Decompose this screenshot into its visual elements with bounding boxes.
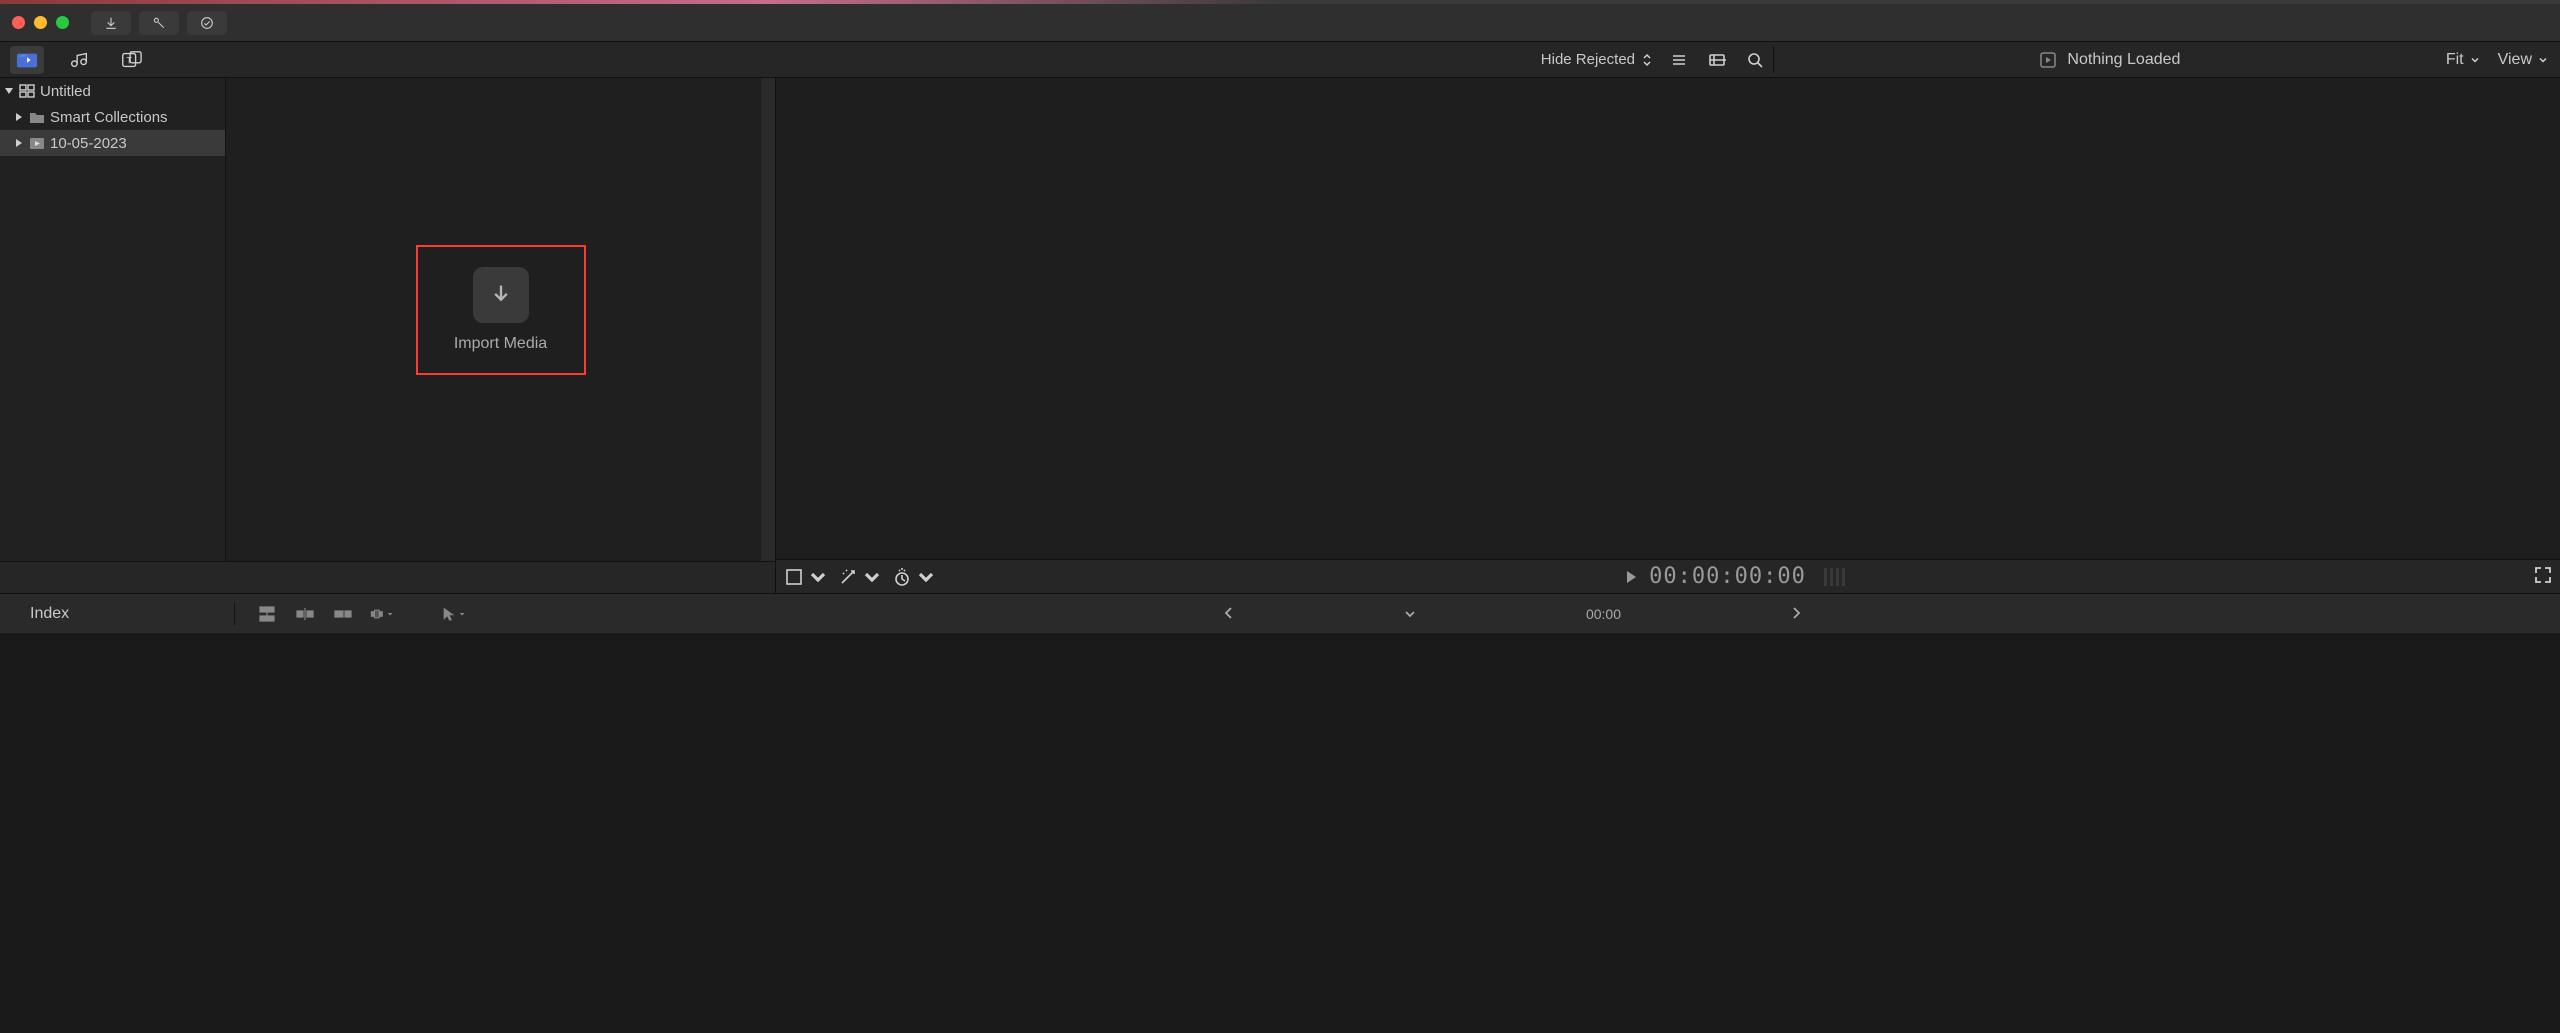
skimmer-bar — [0, 561, 775, 593]
photos-audio-tab[interactable] — [62, 46, 96, 74]
window-controls — [12, 16, 69, 29]
zoom-fit-label: Fit — [2446, 51, 2464, 69]
library-icon — [18, 83, 36, 99]
app-window: T Hide Rejected Nothing Loaded — [0, 0, 2560, 1033]
zoom-fit-dropdown[interactable]: Fit — [2446, 51, 2480, 69]
timeline-index-button[interactable]: Index — [30, 605, 69, 623]
import-media-icon — [473, 267, 529, 323]
enhance-tool-dropdown[interactable] — [838, 567, 882, 587]
connect-clip-button[interactable] — [255, 603, 279, 625]
viewer-title-label: Nothing Loaded — [2067, 51, 2180, 69]
import-media-label: Import Media — [454, 335, 547, 353]
viewer-column: 00:00:00:00 — [776, 78, 2560, 593]
browser-toolbar: T Hide Rejected Nothing Loaded — [0, 42, 2560, 78]
import-button[interactable] — [91, 11, 131, 35]
viewer-toolbar: Nothing Loaded Fit View — [1774, 42, 2560, 77]
media-browser[interactable]: Import Media — [226, 78, 775, 561]
timeline-history-back[interactable] — [1224, 606, 1234, 622]
sidebar-library-root[interactable]: Untitled — [0, 78, 225, 104]
titles-generators-tab[interactable]: T — [114, 46, 148, 74]
keyword-editor-button[interactable] — [139, 11, 179, 35]
fullscreen-button[interactable] — [2534, 566, 2552, 587]
timeline-history-forward[interactable] — [1791, 606, 1801, 622]
timeline-history-dropdown[interactable] — [1404, 606, 1416, 622]
sidebar-item-label: 10-05-2023 — [50, 135, 127, 152]
sidebar-item-smart-collections[interactable]: Smart Collections — [0, 104, 225, 130]
viewer-canvas[interactable] — [776, 78, 2560, 559]
timeline-duration-label: 00:00 — [1586, 606, 1621, 622]
zoom-window-button[interactable] — [56, 16, 69, 29]
retime-tool-dropdown[interactable] — [892, 567, 936, 587]
select-tool-dropdown[interactable] — [441, 603, 465, 625]
sidebar-item-event[interactable]: 10-05-2023 — [0, 130, 225, 156]
view-options-label: View — [2498, 51, 2532, 69]
close-window-button[interactable] — [12, 16, 25, 29]
left-column: Untitled Smart Collections — [0, 78, 776, 593]
list-view-button[interactable] — [1667, 48, 1691, 72]
event-icon — [28, 135, 46, 151]
browser-scrollbar[interactable] — [761, 78, 775, 561]
library-tabs: T — [0, 42, 148, 77]
sidebar-item-label: Smart Collections — [50, 109, 168, 126]
divider — [234, 603, 235, 625]
insert-clip-button[interactable] — [293, 603, 317, 625]
clip-appearance-button[interactable] — [1705, 48, 1729, 72]
viewer-timecode[interactable]: 00:00:00:00 — [1649, 564, 1806, 589]
search-button[interactable] — [1743, 48, 1767, 72]
import-media-drop-target[interactable]: Import Media — [416, 245, 586, 375]
main-body: Untitled Smart Collections — [0, 78, 2560, 593]
overwrite-clip-dropdown[interactable] — [369, 603, 393, 625]
titlebar — [0, 4, 2560, 42]
sidebar-library-label: Untitled — [40, 83, 91, 100]
library-tab[interactable] — [10, 46, 44, 74]
minimize-window-button[interactable] — [34, 16, 47, 29]
timeline-toolbar: Index 00:00 — [0, 593, 2560, 633]
viewer-transport-bar: 00:00:00:00 — [776, 559, 2560, 593]
play-indicator-icon — [1625, 570, 1637, 584]
audio-meter — [1824, 568, 1845, 586]
timeline-area[interactable] — [0, 633, 2560, 1033]
transform-tool-dropdown[interactable] — [784, 567, 828, 587]
view-options-dropdown[interactable]: View — [2498, 51, 2548, 69]
clip-filter-label: Hide Rejected — [1541, 51, 1635, 68]
append-clip-button[interactable] — [331, 603, 355, 625]
clip-filter-dropdown[interactable]: Hide Rejected — [1541, 51, 1653, 68]
library-sidebar: Untitled Smart Collections — [0, 78, 226, 561]
viewer-badge-icon — [2039, 51, 2057, 69]
background-tasks-button[interactable] — [187, 11, 227, 35]
folder-icon — [28, 109, 46, 125]
